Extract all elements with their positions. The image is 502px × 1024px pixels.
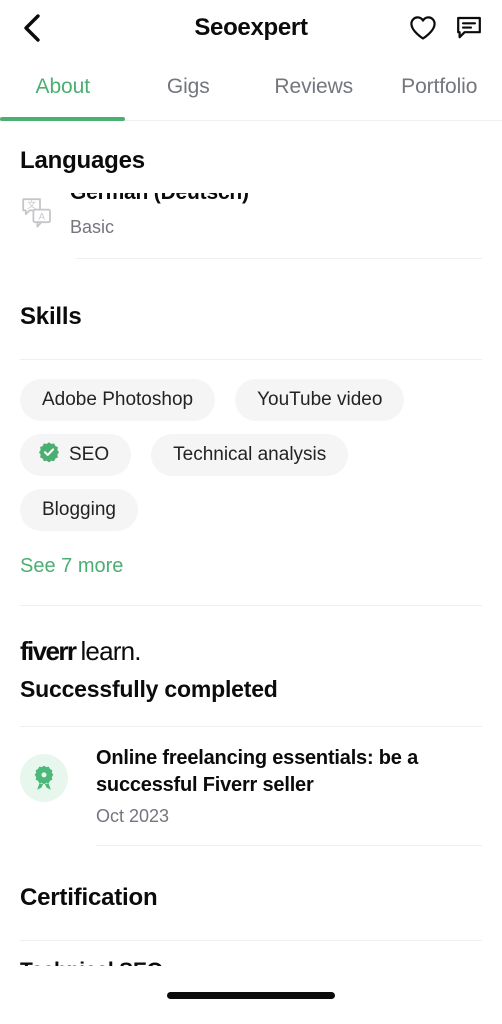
see-more-skills-link[interactable]: See 7 more (20, 555, 123, 578)
skills-section: Skills Adobe Photoshop YouTube video SEO… (0, 259, 502, 606)
skill-pill[interactable]: Technical analysis (151, 434, 349, 476)
fiverr-learn-section: fiverr learn. Successfully completed Onl… (0, 606, 502, 846)
course-item: Online freelancing essentials: be a succ… (20, 727, 482, 827)
favorite-button[interactable] (408, 13, 438, 43)
home-indicator[interactable] (167, 991, 335, 999)
certification-section: Certification Technical SEO Digiskills P… (0, 846, 502, 966)
languages-section: Languages 文 A German (Deutsch) Basic (0, 121, 502, 259)
home-bar-area (0, 966, 502, 1024)
message-button[interactable] (454, 13, 484, 43)
verified-badge-icon (38, 441, 60, 469)
chevron-left-icon (24, 14, 40, 42)
languages-heading: Languages (20, 147, 145, 174)
skill-label: SEO (69, 444, 110, 465)
skill-pill[interactable]: YouTube video (235, 379, 405, 421)
language-level: Basic (70, 217, 115, 237)
fiverr-learn-subtitle: Successfully completed (20, 676, 278, 702)
skill-pill[interactable]: Blogging (20, 489, 138, 531)
heart-icon (410, 16, 436, 40)
header-actions (408, 13, 484, 43)
skill-pill[interactable]: Adobe Photoshop (20, 379, 216, 421)
svg-text:A: A (39, 211, 46, 222)
course-date: Oct 2023 (96, 806, 170, 826)
skill-label: Adobe Photoshop (42, 389, 194, 410)
message-bubble-icon (457, 16, 481, 39)
certification-heading: Certification (20, 884, 158, 911)
award-ribbon-icon (20, 754, 68, 802)
scrollable-content[interactable]: Languages 文 A German (Deutsch) Basic (0, 121, 502, 966)
skill-label: YouTube video (257, 389, 383, 410)
profile-screen: Seoexpert About Gigs Reviews Portfolio L… (0, 0, 502, 1024)
skills-heading: Skills (20, 303, 82, 330)
language-row: 文 A German (Deutsch) Basic (20, 193, 482, 238)
back-button[interactable] (14, 11, 48, 45)
translate-icon: 文 A (20, 195, 56, 231)
skill-label: Blogging (42, 499, 116, 520)
profile-tabs: About Gigs Reviews Portfolio (0, 56, 502, 121)
language-name: German (Deutsch) (70, 193, 249, 205)
skill-pill[interactable]: SEO (20, 434, 132, 476)
language-name-clip: German (Deutsch) (70, 193, 482, 208)
fiverr-wordmark: fiverr (20, 636, 77, 666)
course-texts: Online freelancing essentials: be a succ… (96, 745, 482, 827)
skills-pill-list: Adobe Photoshop YouTube video SEO Techni… (20, 360, 482, 531)
language-texts: German (Deutsch) Basic (70, 193, 482, 238)
fiverr-learn-logo: fiverr learn. (20, 638, 482, 664)
course-title: Online freelancing essentials: be a succ… (96, 747, 419, 796)
tab-reviews[interactable]: Reviews (251, 76, 377, 101)
certification-item: Technical SEO Digiskills Pakistan , 2012 (20, 941, 482, 966)
tab-gigs[interactable]: Gigs (126, 76, 252, 101)
app-header: Seoexpert (0, 0, 502, 56)
tab-about[interactable]: About (0, 76, 126, 101)
tab-portfolio[interactable]: Portfolio (377, 76, 502, 101)
learn-wordmark: learn. (80, 636, 141, 666)
certification-name: Technical SEO (20, 959, 482, 966)
skill-label: Technical analysis (173, 444, 327, 465)
